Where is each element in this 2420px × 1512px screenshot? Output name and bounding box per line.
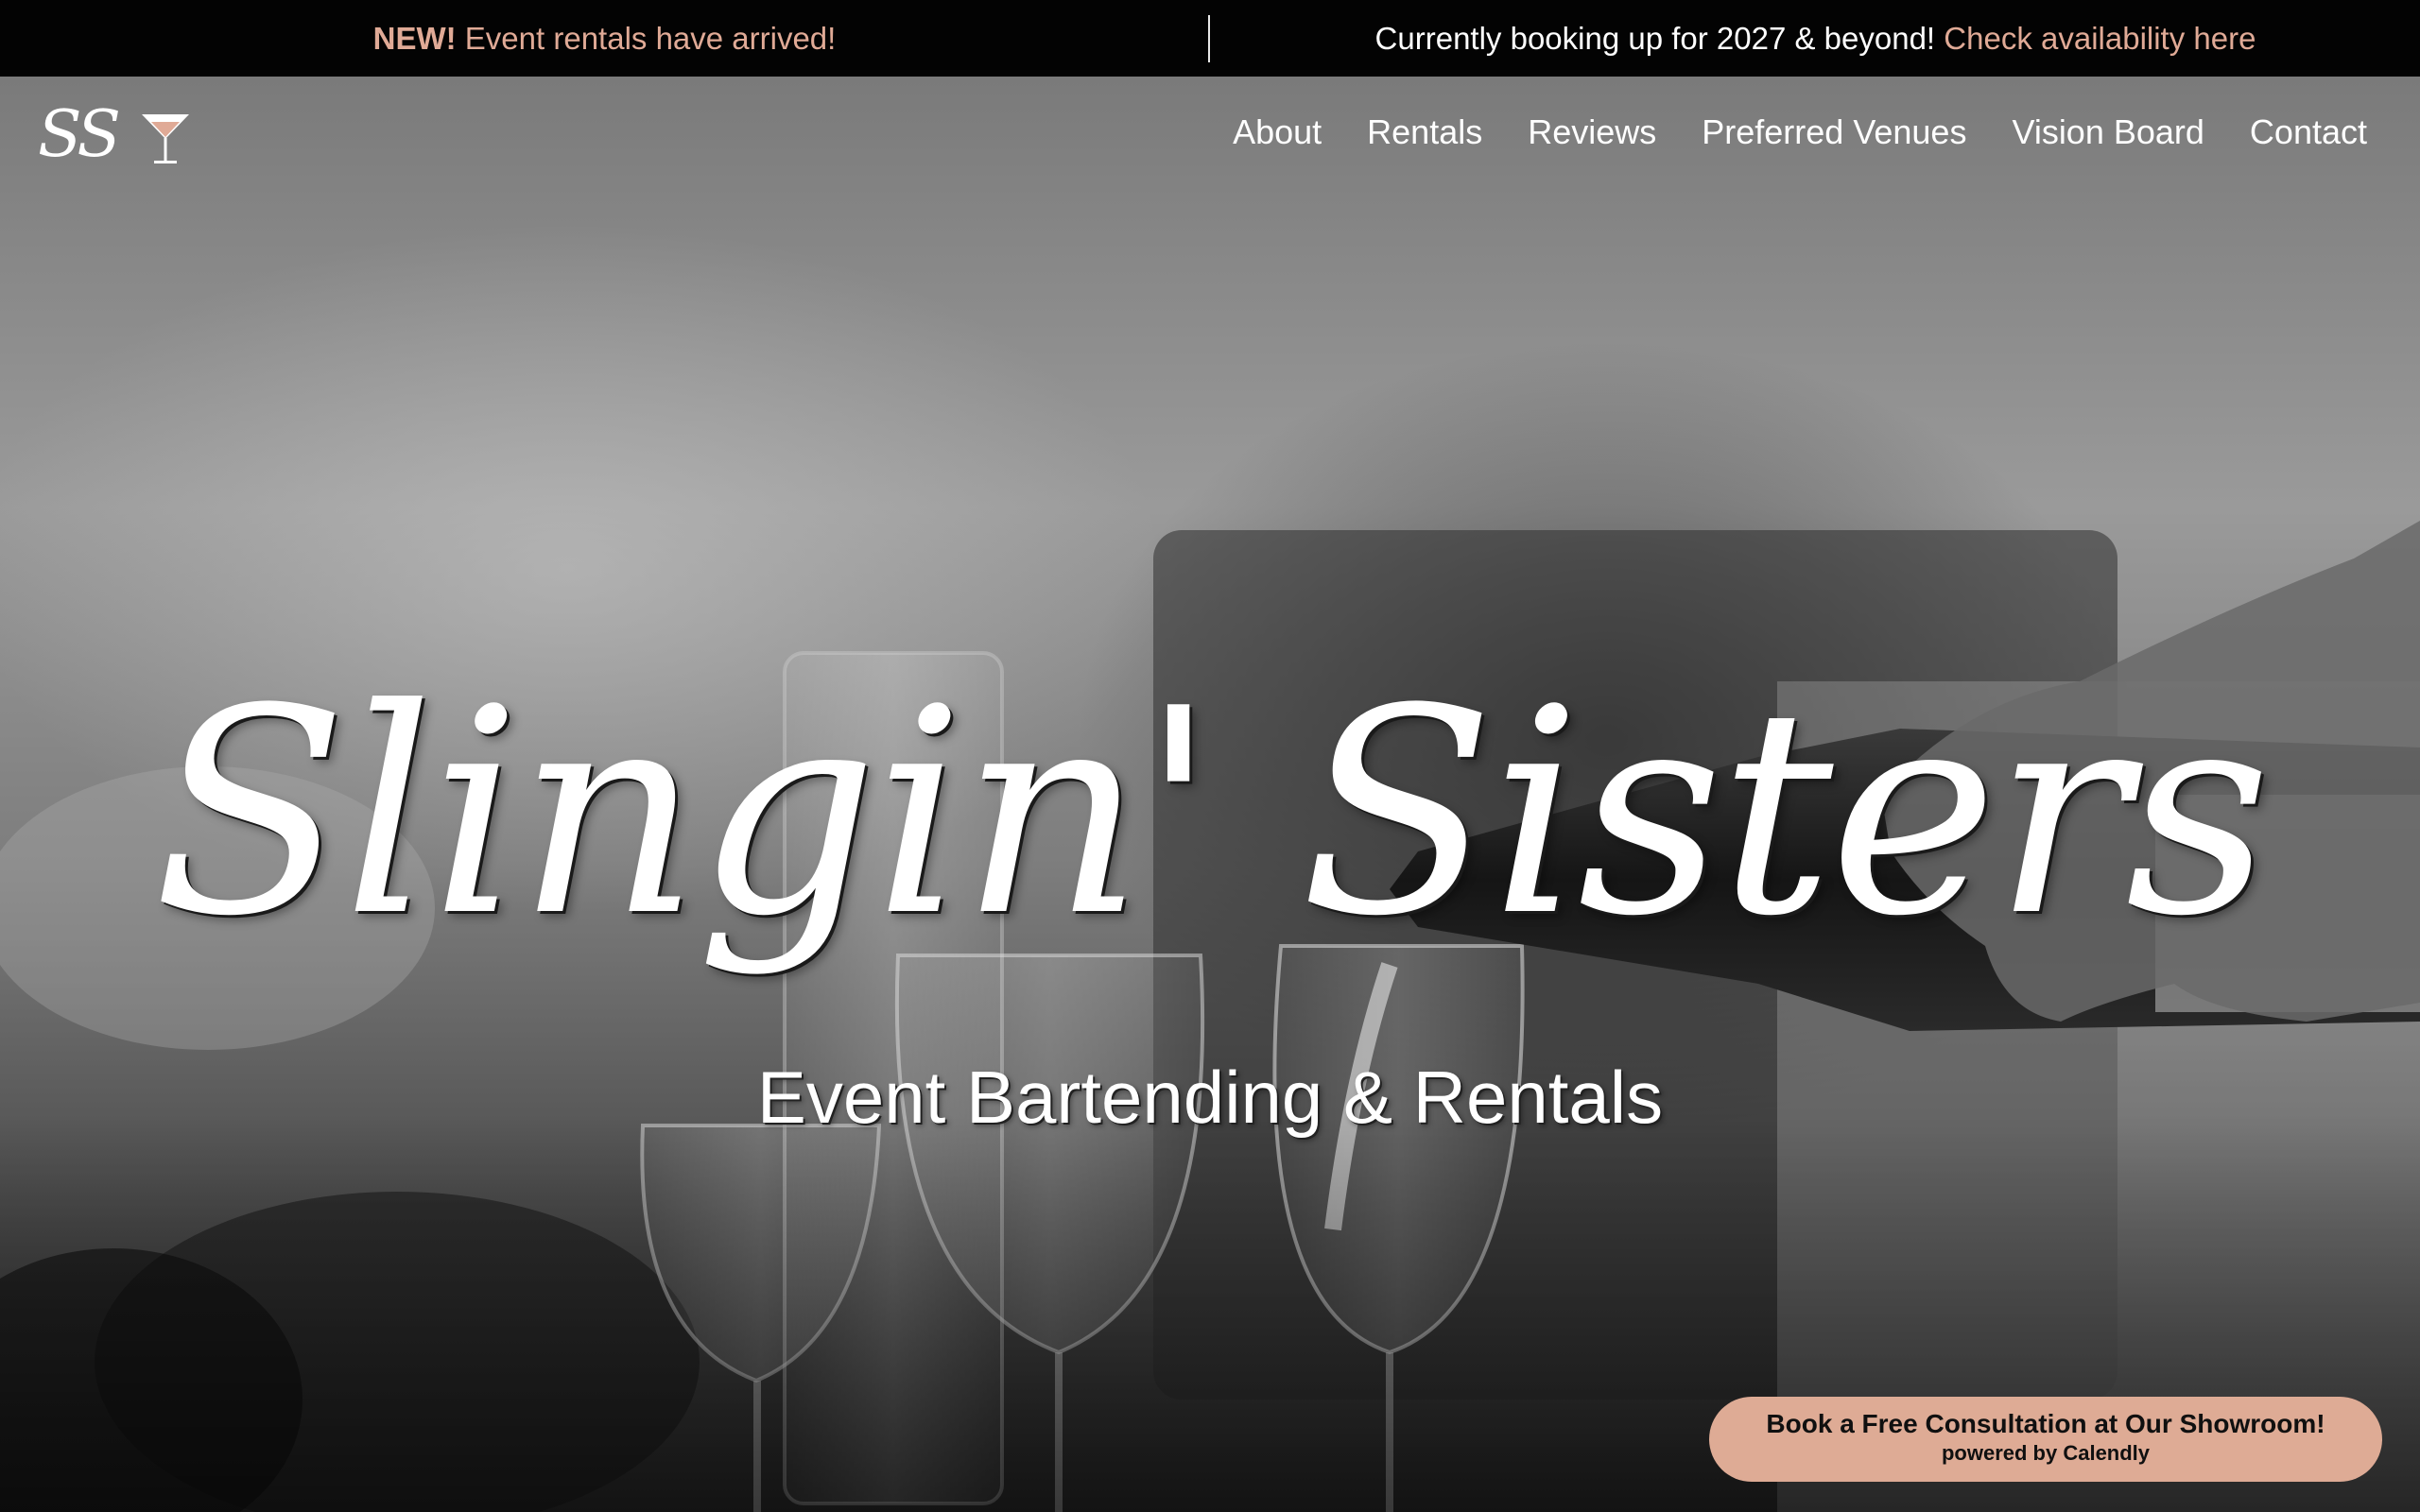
nav-preferred-venues[interactable]: Preferred Venues xyxy=(1702,112,1966,152)
announcement-new-badge: NEW! xyxy=(372,20,457,56)
hero-section: SS About Rentals Reviews Preferred Venue… xyxy=(0,77,2420,1512)
announcement-booking-text: Currently booking up for 2027 & beyond! xyxy=(1374,20,1936,56)
nav-contact[interactable]: Contact xyxy=(2250,112,2367,152)
book-consultation-label: Book a Free Consultation at Our Showroom… xyxy=(1766,1409,2325,1438)
nav-reviews[interactable]: Reviews xyxy=(1528,112,1656,152)
announcement-left[interactable]: NEW! Event rentals have arrived! xyxy=(0,0,1209,77)
main-nav: About Rentals Reviews Preferred Venues V… xyxy=(1233,112,2367,152)
announcement-divider xyxy=(1208,15,1210,62)
announcement-bar: NEW! Event rentals have arrived! Current… xyxy=(0,0,2420,77)
announcement-rentals-text[interactable]: Event rentals have arrived! xyxy=(465,21,837,57)
logo-monogram: SS xyxy=(38,97,121,172)
powered-by-calendly-label: powered by Calendly xyxy=(1941,1441,2151,1465)
check-availability-link[interactable]: Check availability here xyxy=(1944,21,2256,57)
martini-glass-icon xyxy=(142,114,189,163)
hero-title: Slingin' Sisters xyxy=(152,648,2272,978)
book-consultation-button[interactable]: Book a Free Consultation at Our Showroom… xyxy=(1709,1397,2382,1482)
nav-vision-board[interactable]: Vision Board xyxy=(2012,112,2204,152)
hero-subtitle: Event Bartending & Rentals xyxy=(756,1056,1664,1139)
nav-about[interactable]: About xyxy=(1233,112,1322,152)
nav-rentals[interactable]: Rentals xyxy=(1367,112,1482,152)
announcement-right: Currently booking up for 2027 & beyond! … xyxy=(1211,0,2420,77)
site-logo[interactable]: SS xyxy=(38,97,189,173)
